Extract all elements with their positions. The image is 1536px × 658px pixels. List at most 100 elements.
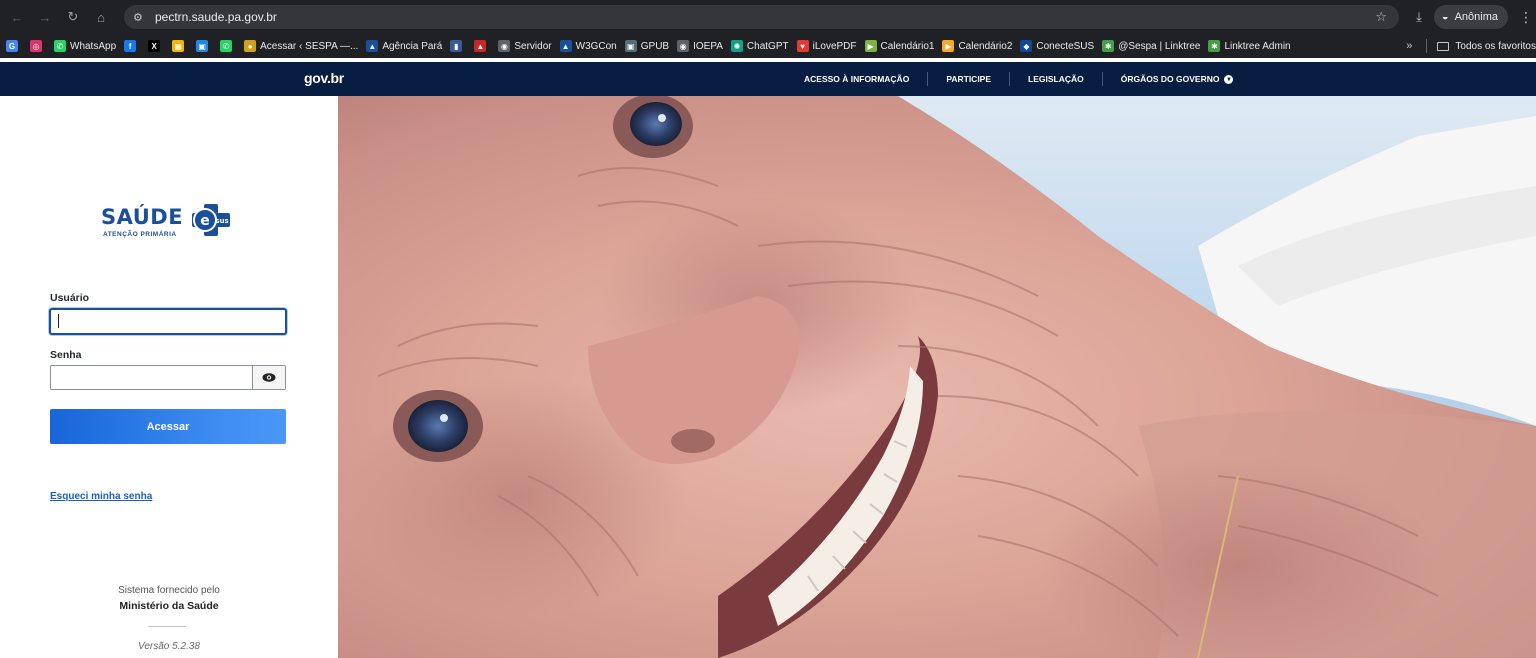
logo-word: SAÚDE: [101, 205, 184, 229]
bookmark-item[interactable]: ▶ Calendário1: [864, 40, 935, 52]
chevron-right-icon[interactable]: »: [1406, 40, 1412, 52]
bookmark-item[interactable]: ▮: [450, 40, 466, 52]
esus-cross-icon: e sus: [192, 204, 230, 236]
forgot-password-link[interactable]: Esqueci minha senha: [50, 491, 152, 502]
esus-logo: SAÚDE e sus ATENÇÃO PRIMÁRIA: [101, 202, 241, 242]
bookmark-favicon-icon: ♥: [796, 40, 809, 52]
ministry-name: Ministério da Saúde: [119, 600, 219, 612]
gov-logo[interactable]: gov.br: [304, 70, 344, 86]
gov-link-orgaos-label: ÓRGÃOS DO GOVERNO: [1120, 73, 1220, 84]
bookmark-favicon-icon: ◉: [677, 40, 690, 52]
forward-icon[interactable]: →: [34, 6, 56, 28]
home-icon[interactable]: ⌂: [90, 6, 112, 28]
bookmark-label: Agência Pará: [382, 40, 443, 52]
address-bar[interactable]: ⚙ pectrn.saude.pa.gov.br ☆: [124, 5, 1399, 29]
bookmark-label: ConecteSUS: [1036, 40, 1095, 52]
bookmark-favicon-icon: X: [148, 40, 161, 52]
back-icon[interactable]: ←: [6, 6, 28, 28]
bookmark-item[interactable]: ♥ iLovePDF: [796, 40, 857, 52]
bookmark-item[interactable]: ▲ W3GCon: [559, 40, 617, 52]
bookmark-label: Calendário1: [880, 40, 935, 52]
bookmark-label: WhatsApp: [70, 40, 117, 52]
logo-badge: sus: [215, 217, 228, 225]
bookmarks-overflow: » Todos os favoritos: [1398, 34, 1536, 58]
login-panel: SAÚDE e sus ATENÇÃO PRIMÁRIA Usuário Sen…: [0, 96, 338, 658]
gov-link-legislacao[interactable]: LEGISLAÇÃO: [1028, 74, 1084, 84]
bookmark-item[interactable]: ◉ Servidor: [498, 40, 552, 52]
divider: [148, 626, 186, 627]
bookmark-favicon-icon: ▶: [864, 40, 877, 52]
password-label: Senha: [50, 349, 82, 361]
bookmark-item[interactable]: ▲: [474, 40, 490, 52]
bookmark-label: Servidor: [514, 40, 552, 52]
bookmark-label: Calendário2: [958, 40, 1013, 52]
chevron-down-icon: ▼: [1224, 75, 1234, 85]
password-input[interactable]: [50, 365, 286, 390]
bookmark-label: Acessar ‹ SESPA —...: [260, 40, 359, 52]
bookmark-favicon-icon: ✱: [1102, 40, 1115, 52]
gov-link-participe[interactable]: PARTICIPE: [946, 74, 991, 84]
all-bookmarks-folder[interactable]: Todos os favoritos: [1437, 41, 1536, 52]
logo-subtitle: ATENÇÃO PRIMÁRIA: [103, 231, 177, 238]
incognito-icon: ◒: [1441, 11, 1449, 23]
bookmark-favicon-icon: ▲: [559, 40, 572, 52]
bookmark-label: W3GCon: [575, 40, 617, 52]
bookmark-item[interactable]: ✆ WhatsApp: [54, 40, 116, 52]
all-bookmarks-label: Todos os favoritos: [1455, 40, 1536, 52]
reload-icon[interactable]: ↻: [62, 6, 84, 28]
bookmark-item[interactable]: ● Acessar ‹ SESPA —...: [244, 40, 358, 52]
bookmark-favicon-icon: ✆: [220, 40, 233, 52]
svg-text:e: e: [200, 213, 210, 229]
hero-image: [338, 96, 1536, 658]
divider: [927, 72, 929, 86]
bookmark-favicon-icon: ▲: [474, 40, 487, 52]
bookmark-label: ChatGPT: [746, 40, 789, 52]
bookmarks-bar: G ◎ ✆ WhatsApp f X ▦ ▣ ✆ ● Acessar ‹ SESPA —... ▲ Ag…: [0, 34, 1536, 58]
bookmark-label: IOEPA: [693, 40, 723, 52]
bookmark-item[interactable]: ▣: [196, 40, 212, 52]
bookmark-favicon-icon: ●: [244, 40, 257, 52]
divider: [1009, 72, 1011, 86]
bookmark-label: iLovePDF: [812, 40, 857, 52]
bookmark-favicon-icon: ▣: [624, 40, 637, 52]
bookmark-favicon-icon: ✱: [1208, 40, 1221, 52]
bookmark-favicon-icon: ◆: [1020, 40, 1033, 52]
bookmark-item[interactable]: ✱ @Sespa | Linktree: [1102, 40, 1200, 52]
gov-header: gov.br ACESSO À INFORMAÇÃO PARTICIPE LEG…: [0, 62, 1536, 96]
gov-link-acesso[interactable]: ACESSO À INFORMAÇÃO: [804, 74, 909, 84]
user-input[interactable]: [49, 308, 287, 335]
bookmark-favicon-icon: f: [124, 40, 137, 52]
bookmark-item[interactable]: ▦: [172, 40, 188, 52]
bookmark-item[interactable]: X: [148, 40, 164, 52]
bookmark-item[interactable]: G: [6, 40, 22, 52]
folder-icon: [1437, 41, 1450, 51]
bookmark-favicon-icon: ▲: [366, 40, 379, 52]
bookmark-item[interactable]: ◉ IOEPA: [677, 40, 723, 52]
profile-label: Anônima: [1454, 11, 1498, 23]
bookmark-favicon-icon: ◉: [498, 40, 511, 52]
bookmark-item[interactable]: ▲ Agência Pará: [366, 40, 442, 52]
bookmark-star-icon[interactable]: ☆: [1375, 9, 1387, 25]
bookmark-label: Linktree Admin: [1224, 40, 1291, 52]
bookmark-item[interactable]: ◆ ConecteSUS: [1020, 40, 1094, 52]
profile-button[interactable]: ◒ Anônima: [1433, 5, 1508, 29]
divider: [1101, 72, 1103, 86]
login-button[interactable]: Acessar: [50, 409, 286, 444]
bookmark-item[interactable]: ▣ GPUB: [624, 40, 670, 52]
bookmark-item[interactable]: ✆: [220, 40, 236, 52]
smiling-elderly-woman-photo: [338, 96, 1536, 658]
gov-link-orgaos[interactable]: ÓRGÃOS DO GOVERNO ▼: [1120, 73, 1234, 85]
bookmark-item[interactable]: ✺ ChatGPT: [730, 40, 789, 52]
bookmark-item[interactable]: ✱ Linktree Admin: [1208, 40, 1291, 52]
divider: [1426, 39, 1428, 53]
menu-icon[interactable]: ⋮: [1518, 9, 1534, 26]
show-password-button[interactable]: [252, 366, 285, 389]
bookmark-label: GPUB: [640, 40, 670, 52]
site-settings-icon[interactable]: ⚙: [133, 11, 147, 24]
bookmark-item[interactable]: ◎: [30, 40, 46, 52]
address-url[interactable]: pectrn.saude.pa.gov.br: [155, 10, 277, 24]
download-icon[interactable]: ⤓: [1416, 9, 1422, 25]
eye-icon: [262, 373, 276, 382]
bookmark-item[interactable]: f: [124, 40, 140, 52]
bookmark-item[interactable]: ▶ Calendário2: [942, 40, 1012, 52]
